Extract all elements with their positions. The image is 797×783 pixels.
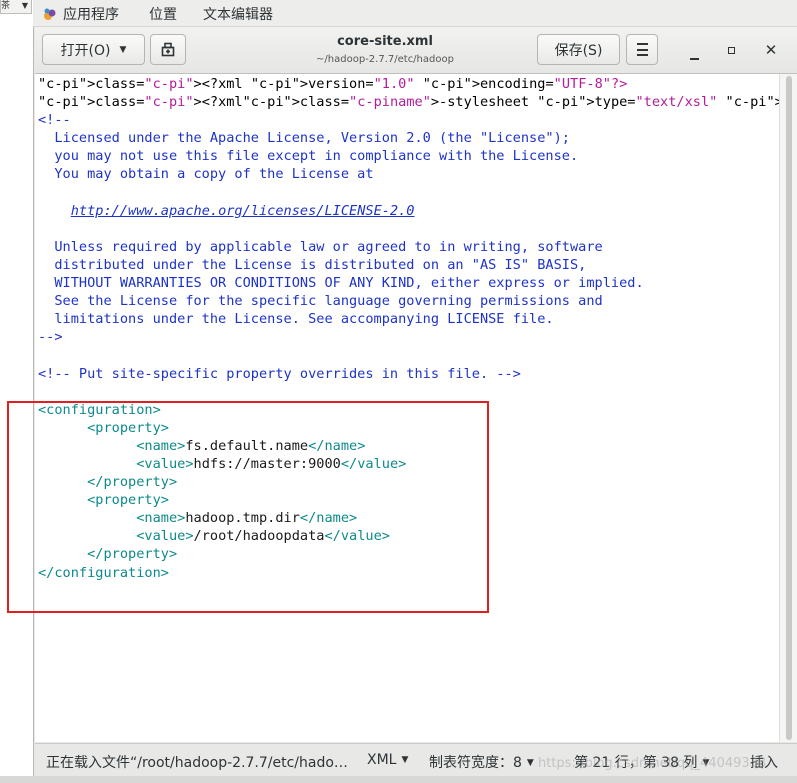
chevron-down-icon: ▼ <box>21 1 28 10</box>
applications-menu[interactable]: 应用程序 <box>43 4 119 24</box>
maximize-button[interactable] <box>722 41 740 59</box>
background-window-edge: 茶 ▼ <box>0 0 34 783</box>
code-line: "c-pi">class="c-pi"><?xml "c-pi">version… <box>38 76 628 92</box>
maximize-icon <box>727 47 735 54</box>
bottom-edge <box>0 776 797 783</box>
tab-width-selector[interactable]: 制表符宽度：8 ▼ <box>429 752 534 772</box>
new-document-icon <box>161 42 175 56</box>
close-button[interactable]: ✕ <box>762 41 780 59</box>
applications-label: 应用程序 <box>63 7 119 23</box>
code-line: See the License for the specific languag… <box>38 293 603 310</box>
annotation-highlight-box <box>7 401 489 613</box>
chevron-down-icon: ▼ <box>401 755 409 765</box>
language-selector[interactable]: XML ▼ <box>367 752 408 768</box>
code-line: limitations under the License. See accom… <box>38 311 554 328</box>
background-combo-text: 茶 <box>1 1 11 11</box>
open-button-label: 打开(O) <box>60 42 111 59</box>
scrollbar-thumb[interactable] <box>786 76 792 740</box>
code-line: http://www.apache.org/licenses/LICENSE-2… <box>70 202 415 219</box>
save-button-label: 保存(S) <box>554 42 603 59</box>
code-line: WITHOUT WARRANTIES OR CONDITIONS OF ANY … <box>38 275 644 292</box>
language-label: XML <box>367 752 397 768</box>
document-title: core-site.xml <box>337 34 433 49</box>
header-bar: 打开(O) ▼ core-site.xml ~/hadoop-2.7.7/etc… <box>35 27 797 74</box>
open-button[interactable]: 打开(O) ▼ <box>42 34 145 65</box>
new-document-button[interactable] <box>150 34 186 65</box>
code-line: "c-pi">class="c-pi"><?xml"c-pi">class="c… <box>38 94 779 111</box>
chevron-down-icon: ▼ <box>119 44 127 55</box>
code-line: you may not use this file except in comp… <box>38 148 579 165</box>
background-combo[interactable]: 茶 ▼ <box>0 0 32 14</box>
save-button[interactable]: 保存(S) <box>537 34 620 65</box>
loading-status: 正在载入文件“/root/hadoop-2.7.7/etc/hado… <box>46 755 348 771</box>
code-line: You may obtain a copy of the License at <box>38 166 374 183</box>
chevron-down-icon: ▼ <box>526 758 534 768</box>
document-path: ~/hadoop-2.7.7/etc/hadoop <box>316 54 454 65</box>
places-menu[interactable]: 位置 <box>149 4 177 24</box>
code-line: Unless required by applicable law or agr… <box>38 238 603 255</box>
code-line: Licensed under the Apache License, Versi… <box>38 130 570 147</box>
active-app-menu[interactable]: 文本编辑器 <box>203 4 273 24</box>
vertical-scrollbar[interactable] <box>779 74 797 742</box>
code-line: distributed under the License is distrib… <box>38 256 587 273</box>
hamburger-icon <box>636 43 648 56</box>
watermark-text: https://blog.csdn.net/qq_44049333 <box>538 756 767 771</box>
tab-width-label: 制表符宽度：8 <box>429 755 522 771</box>
code-line: --> <box>38 329 63 346</box>
top-panel: 应用程序 位置 文本编辑器 <box>33 0 797 27</box>
menu-button[interactable] <box>626 34 658 65</box>
close-icon: ✕ <box>764 41 778 59</box>
applications-icon <box>44 8 56 20</box>
minimize-button[interactable] <box>685 41 703 60</box>
code-line: <!-- <box>38 112 71 129</box>
minimize-icon <box>689 58 699 60</box>
code-line: <!-- Put site-specific property override… <box>38 365 521 382</box>
